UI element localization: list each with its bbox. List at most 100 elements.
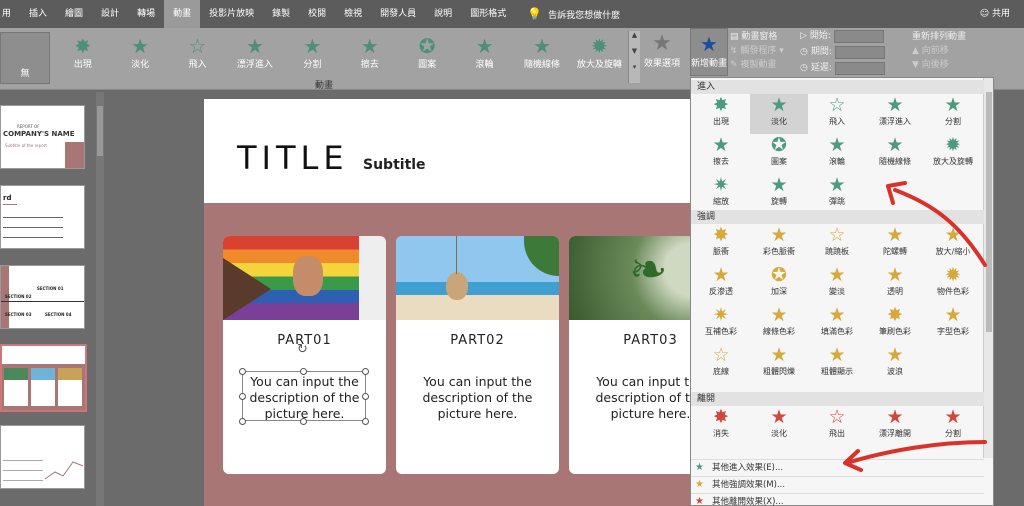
chevron-up-icon[interactable]: ▲ — [629, 31, 640, 39]
effect-item[interactable]: ★ 放大/縮小 — [924, 224, 982, 264]
effect-item[interactable]: ★ 漂浮進入 — [866, 94, 924, 134]
slide-subtitle[interactable]: Subtitle — [363, 157, 426, 173]
gallery-item-split[interactable]: ★ 分割 — [284, 31, 341, 83]
effect-item[interactable]: ☆ 飛入 — [808, 94, 866, 134]
effect-item[interactable]: ★ 隨機線條 — [866, 134, 924, 174]
card-description[interactable]: You can input the description of the pic… — [410, 374, 545, 422]
tab-draw[interactable]: 繪圖 — [56, 0, 92, 28]
gallery-item-grow-turn[interactable]: ✹ 放大及旋轉 — [571, 31, 628, 83]
card-part01[interactable]: PART01 You can input the description of … — [223, 236, 386, 474]
effect-item[interactable]: ★ 陀螺轉 — [866, 224, 924, 264]
animation-pane-button[interactable]: ▤ 動畫窗格 — [730, 30, 796, 44]
slide-thumbnail-5[interactable] — [0, 425, 85, 489]
more-icon[interactable]: ▾ — [629, 63, 640, 71]
effect-item[interactable]: ✪ 圖案 — [750, 134, 808, 174]
effect-item[interactable]: ✹ 物件色彩 — [924, 264, 982, 304]
tab-design[interactable]: 設計 — [92, 0, 128, 28]
resize-handle[interactable] — [362, 393, 369, 400]
trigger-button[interactable]: ↯ 觸發程序 ▾ — [730, 44, 796, 58]
gallery-item-wipe[interactable]: ★ 擦去 — [341, 31, 398, 83]
card-image[interactable] — [396, 236, 559, 320]
scroll-thumb[interactable] — [986, 92, 992, 332]
effect-item[interactable]: ★ 彩色脈衝 — [750, 224, 808, 264]
effect-item[interactable]: ★ 淡化 — [750, 94, 808, 134]
duration-input[interactable] — [834, 45, 885, 59]
start-select[interactable] — [833, 29, 884, 43]
effect-item[interactable]: ★ 分割 — [924, 94, 982, 134]
effect-item[interactable]: ✹ 放大及旋轉 — [924, 134, 982, 174]
share-button[interactable]: ☺ 共用 — [980, 0, 1010, 28]
delay-input[interactable] — [834, 61, 885, 75]
animation-none[interactable]: 無 — [0, 32, 50, 84]
effect-item[interactable]: ☆ 底線 — [692, 344, 750, 384]
dropdown-scrollbar[interactable] — [983, 78, 993, 458]
slide-thumbnail-3[interactable]: SECTION 01 SECTION 02 SECTION 03 SECTION… — [0, 265, 85, 329]
resize-handle[interactable] — [362, 418, 369, 425]
effect-options-button[interactable]: ★ 效果選項 — [642, 31, 682, 69]
effect-item[interactable]: ★ 彈跳 — [808, 174, 866, 214]
effect-item[interactable]: ★ 波浪 — [866, 344, 924, 384]
effect-item[interactable]: ★ 擦去 — [692, 134, 750, 174]
tab-slideshow[interactable]: 投影片放映 — [200, 0, 263, 28]
effect-item[interactable]: ★ 旋轉 — [750, 174, 808, 214]
tab-view[interactable]: 檢視 — [335, 0, 371, 28]
effect-item[interactable]: ✸ 消失 — [692, 406, 750, 446]
more-emphasis-effects[interactable]: ★ 其他強調效果(M)... — [691, 476, 984, 492]
tab-record[interactable]: 錄製 — [263, 0, 299, 28]
resize-handle[interactable] — [300, 368, 307, 375]
tab-help[interactable]: 說明 — [425, 0, 461, 28]
effect-item[interactable]: ✷ 縮放 — [692, 174, 750, 214]
effect-item[interactable]: ☆ 蹺蹺板 — [808, 224, 866, 264]
card-image[interactable] — [223, 236, 386, 320]
tab-insert[interactable]: 插入 — [20, 0, 56, 28]
thumbnail-scrollbar[interactable] — [96, 92, 104, 506]
effect-item[interactable]: ☆ 飛出 — [808, 406, 866, 446]
tab-developer[interactable]: 開發人員 — [371, 0, 425, 28]
tab-home[interactable]: 用 — [0, 0, 20, 28]
effect-item[interactable]: ★ 透明 — [866, 264, 924, 304]
effect-item[interactable]: ★ 線條色彩 — [750, 304, 808, 344]
gallery-item-fly-in[interactable]: ☆ 飛入 — [169, 31, 226, 83]
effect-item[interactable]: ★ 填滿色彩 — [808, 304, 866, 344]
gallery-scroll[interactable]: ▲ ▼ ▾ — [628, 31, 640, 83]
resize-handle[interactable] — [362, 368, 369, 375]
tab-shape-format[interactable]: 圖形格式 — [461, 0, 515, 28]
rotate-handle-icon[interactable]: ↻ — [297, 342, 308, 357]
tab-animations[interactable]: 動畫 — [164, 0, 201, 28]
card-part02[interactable]: PART02 You can input the description of … — [396, 236, 559, 474]
gallery-item-float-in[interactable]: ★ 漂浮進入 — [226, 31, 283, 83]
effect-item[interactable]: ★ 淡化 — [750, 406, 808, 446]
resize-handle[interactable] — [239, 368, 246, 375]
effect-item[interactable]: ★ 字型色彩 — [924, 304, 982, 344]
tab-review[interactable]: 校閱 — [299, 0, 335, 28]
effect-item[interactable]: ★ 粗體閃爍 — [750, 344, 808, 384]
move-earlier-button[interactable]: ▲ 向前移 — [912, 44, 982, 58]
effect-item[interactable]: ★ 分割 — [924, 406, 982, 446]
effect-item[interactable]: ★ 粗體顯示 — [808, 344, 866, 384]
effect-item[interactable]: ★ 滾輪 — [808, 134, 866, 174]
effect-item[interactable]: ★ 變淡 — [808, 264, 866, 304]
resize-handle[interactable] — [239, 393, 246, 400]
animation-painter-button[interactable]: ✎ 複製動畫 — [730, 58, 796, 72]
gallery-item-appear[interactable]: ✸ 出現 — [54, 31, 111, 83]
move-later-button[interactable]: ▼ 向後移 — [912, 58, 982, 72]
tell-me-box[interactable]: 💡 告訴我您想做什麼 — [527, 7, 620, 21]
gallery-item-wheel[interactable]: ★ 滾輪 — [456, 31, 513, 83]
effect-item[interactable]: ★ 漂浮離開 — [866, 406, 924, 446]
effect-item[interactable]: ✸ 出現 — [692, 94, 750, 134]
gallery-item-fade[interactable]: ★ 淡化 — [111, 31, 168, 83]
slide-thumbnail-1[interactable]: REPORT OF COMPANY'S NAME Subtitle of the… — [0, 105, 85, 169]
more-exit-effects[interactable]: ★ 其他離開效果(X)... — [691, 493, 984, 505]
chevron-down-icon[interactable]: ▼ — [629, 47, 640, 55]
resize-handle[interactable] — [300, 418, 307, 425]
add-animation-button[interactable]: ★ 新增動畫 — [690, 28, 728, 76]
gallery-item-random-bars[interactable]: ★ 隨機線條 — [513, 31, 570, 83]
effect-item[interactable]: ✪ 加深 — [750, 264, 808, 304]
scroll-thumb[interactable] — [97, 106, 103, 156]
more-entrance-effects[interactable]: ★ 其他進入效果(E)... — [691, 459, 984, 475]
effect-item[interactable]: ✸ 筆刷色彩 — [866, 304, 924, 344]
effect-item[interactable]: ✷ 互補色彩 — [692, 304, 750, 344]
slide-thumbnail-4[interactable] — [0, 344, 87, 412]
slide-thumbnail-2[interactable]: rd — [0, 185, 85, 249]
resize-handle[interactable] — [239, 418, 246, 425]
